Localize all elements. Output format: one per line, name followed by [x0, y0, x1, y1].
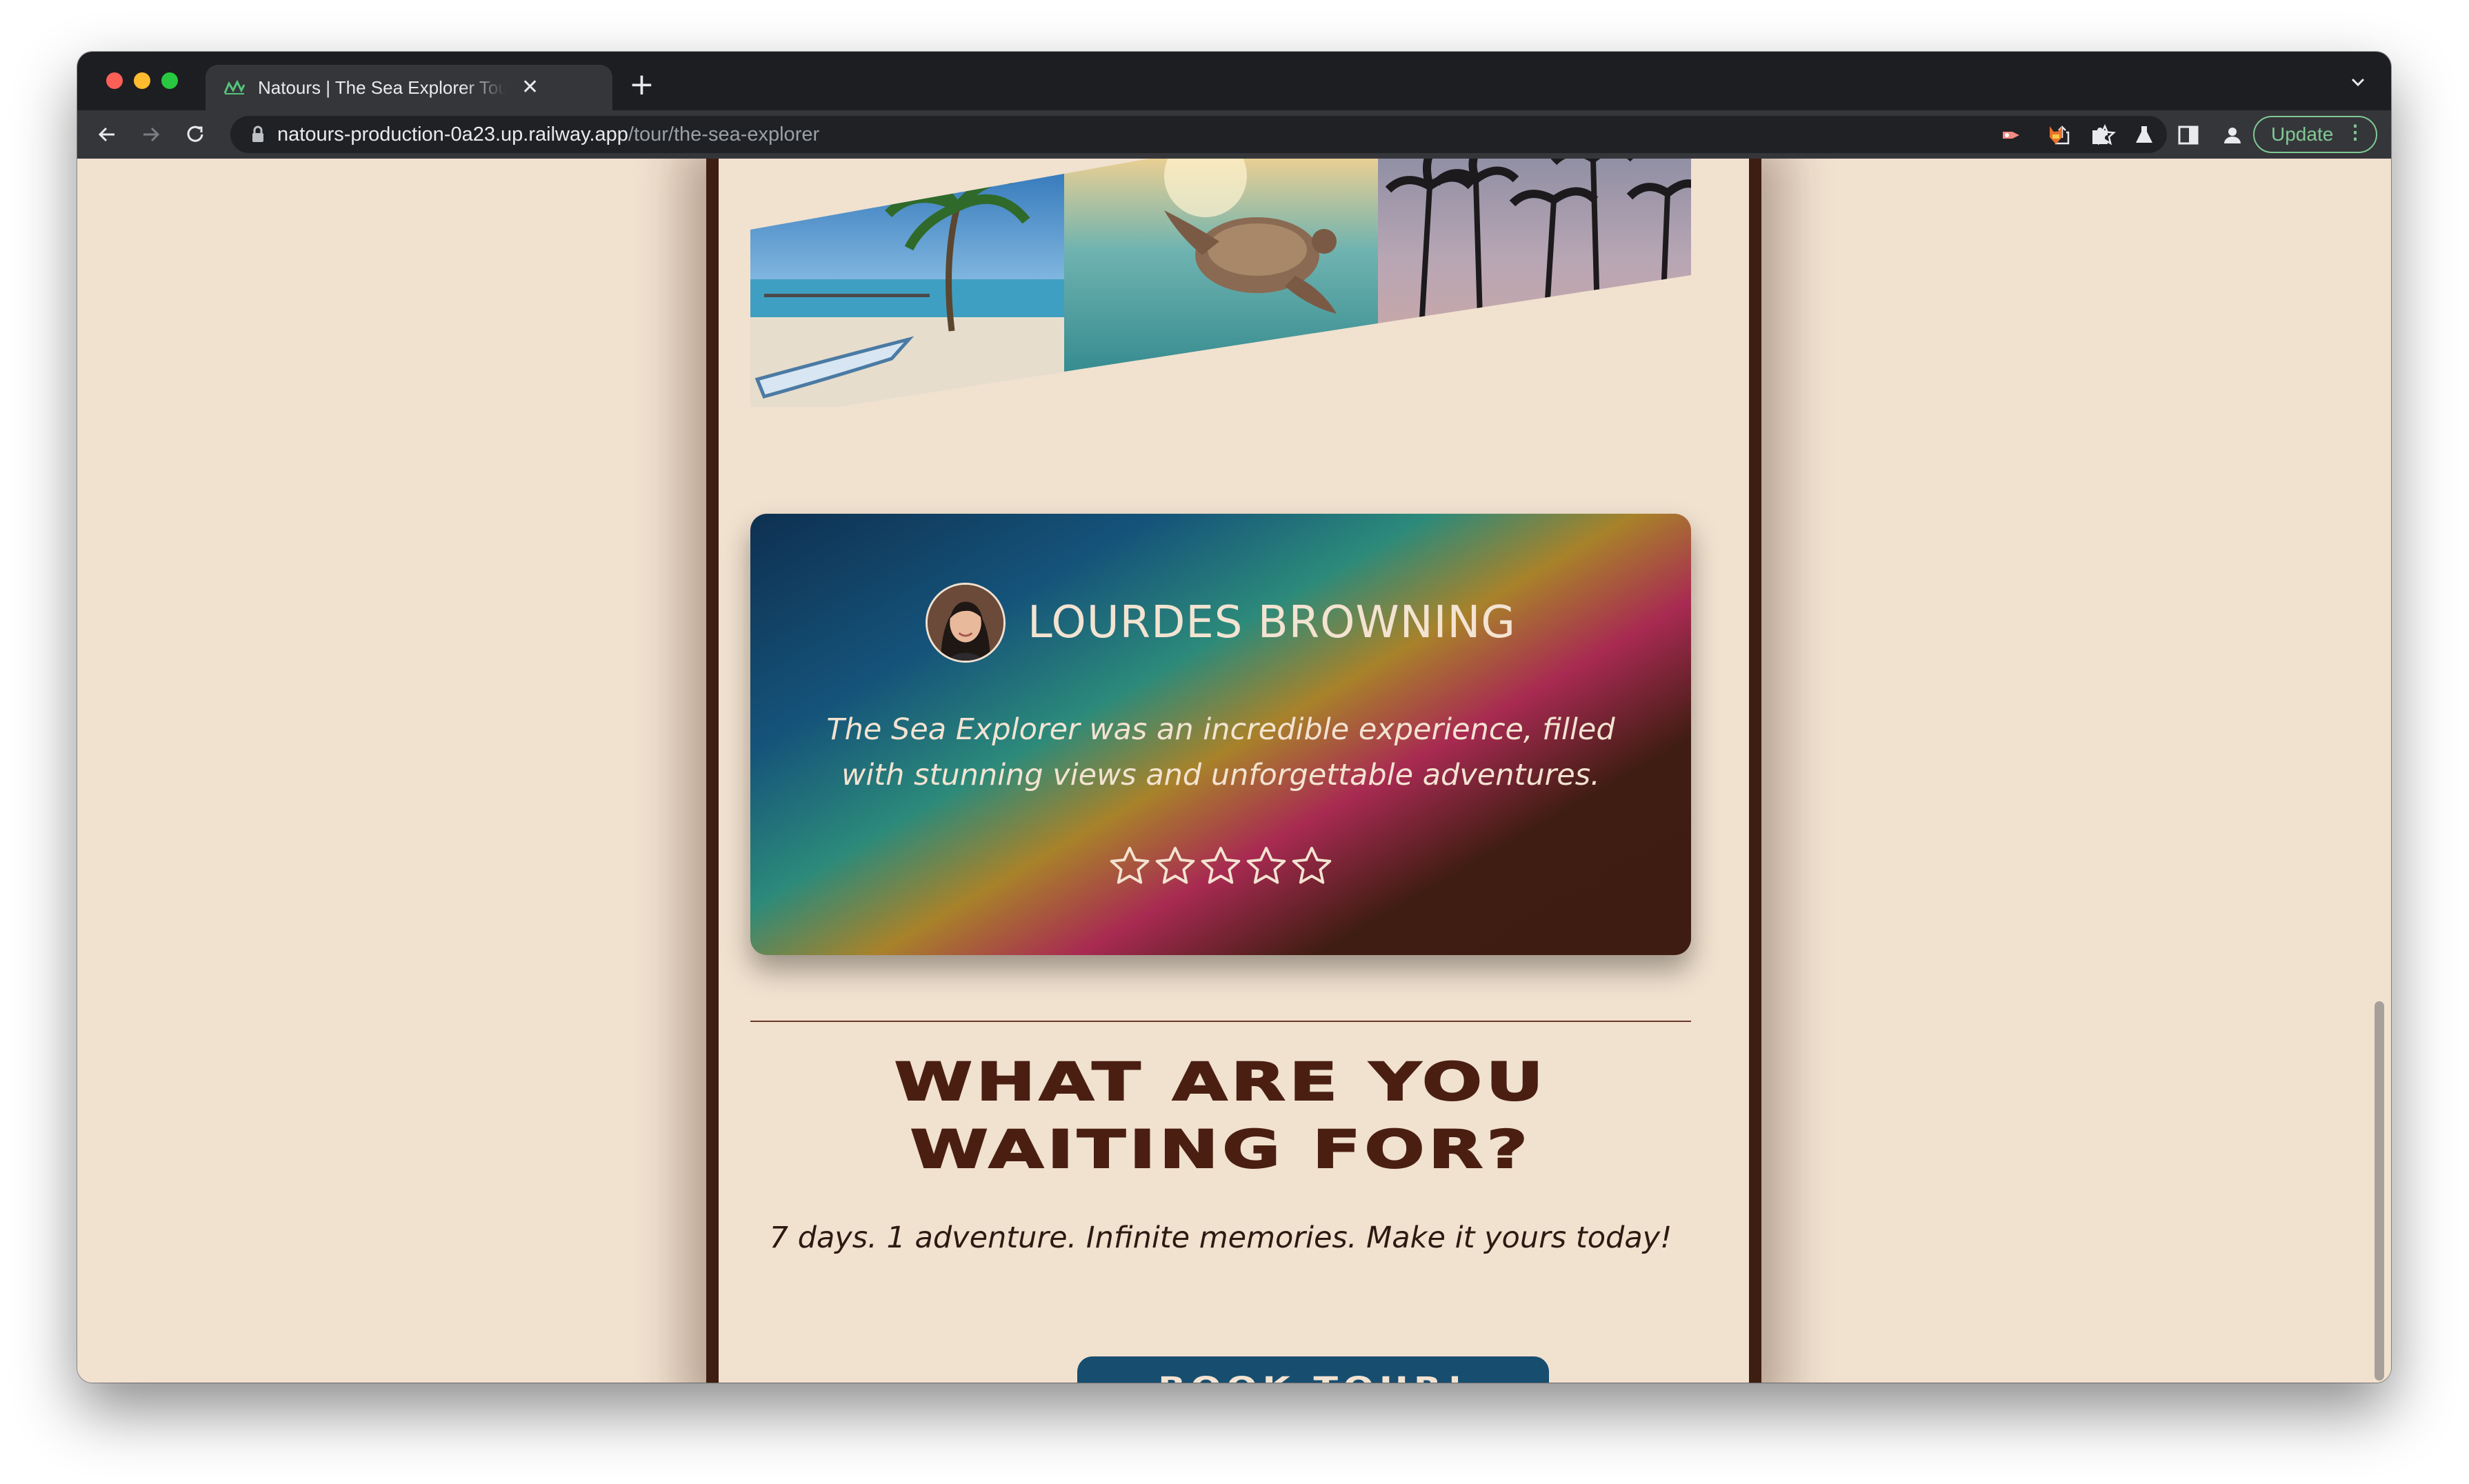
tour-card: LOURDES BROWNING The Sea Explorer was an…	[706, 159, 1761, 1383]
star-icon	[1201, 846, 1241, 884]
review-card: LOURDES BROWNING The Sea Explorer was an…	[750, 514, 1691, 955]
close-window-button[interactable]	[106, 72, 123, 89]
extension-cast-icon[interactable]	[2000, 123, 2023, 147]
browser-toolbar: natours-production-0a23.up.railway.app/t…	[77, 110, 2391, 159]
extension-fox-icon[interactable]	[2044, 123, 2068, 147]
star-icon	[1110, 846, 1150, 884]
section-divider	[750, 1021, 1691, 1022]
gallery-photo-palms	[1378, 159, 1691, 407]
flask-icon[interactable]	[2132, 123, 2156, 147]
maximize-window-button[interactable]	[161, 72, 178, 89]
star-icon	[1155, 846, 1195, 884]
new-tab-button[interactable]: +	[629, 70, 654, 100]
tab-title: Natours | The Sea Explorer Tour	[258, 77, 506, 98]
lock-icon[interactable]	[251, 126, 265, 143]
page-viewport: LOURDES BROWNING The Sea Explorer was an…	[77, 159, 2391, 1383]
reload-icon[interactable]	[182, 121, 208, 148]
side-panel-icon[interactable]	[2177, 123, 2200, 147]
puzzle-icon[interactable]	[2088, 123, 2112, 147]
tour-photo-gallery	[750, 159, 1691, 407]
update-button-label: Update	[2271, 123, 2334, 145]
reviewer: LOURDES BROWNING	[750, 579, 1691, 665]
tab-strip: Natours | The Sea Explorer Tour ✕ +	[77, 52, 2391, 110]
book-tour-button-label: BOOK TOUR!	[1158, 1372, 1468, 1383]
cta-text: 7 days. 1 adventure. Infinite memories. …	[769, 1221, 1672, 1255]
chevron-down-icon[interactable]	[2348, 72, 2368, 92]
cta-heading: WHAT ARE YOU WAITING FOR?	[586, 1048, 1855, 1183]
tab-natours[interactable]: Natours | The Sea Explorer Tour ✕	[206, 65, 612, 110]
profile-icon[interactable]	[2221, 123, 2244, 147]
url-text: natours-production-0a23.up.railway.app/t…	[277, 123, 820, 146]
update-button[interactable]: Update ⋮	[2253, 116, 2377, 153]
cta-heading-line-2: WAITING FOR?	[909, 1118, 1532, 1181]
forward-arrow-icon[interactable]	[138, 121, 164, 148]
more-menu-icon[interactable]: ⋮	[2346, 123, 2365, 142]
back-arrow-icon[interactable]	[94, 121, 120, 148]
gallery-photo-turtle	[1064, 159, 1378, 407]
address-bar[interactable]: natours-production-0a23.up.railway.app/t…	[230, 116, 2167, 153]
avatar	[926, 582, 1006, 663]
browser-window: Natours | The Sea Explorer Tour ✕ + nato…	[77, 52, 2391, 1383]
review-rating	[750, 845, 1691, 893]
cta-heading-line-1: WHAT ARE YOU	[893, 1050, 1548, 1113]
star-icon	[1292, 846, 1332, 884]
star-icon	[1246, 846, 1286, 884]
reviewer-name: LOURDES BROWNING	[1028, 596, 1516, 648]
minimize-window-button[interactable]	[134, 72, 150, 89]
tab-close-icon[interactable]: ✕	[521, 77, 539, 98]
natours-logo-icon	[223, 79, 246, 94]
book-tour-button[interactable]: BOOK TOUR!	[1077, 1356, 1549, 1383]
scrollbar[interactable]	[2375, 1001, 2384, 1381]
review-text: The Sea Explorer was an incredible exper…	[826, 712, 1615, 792]
gallery-photo-beach	[750, 159, 1064, 407]
